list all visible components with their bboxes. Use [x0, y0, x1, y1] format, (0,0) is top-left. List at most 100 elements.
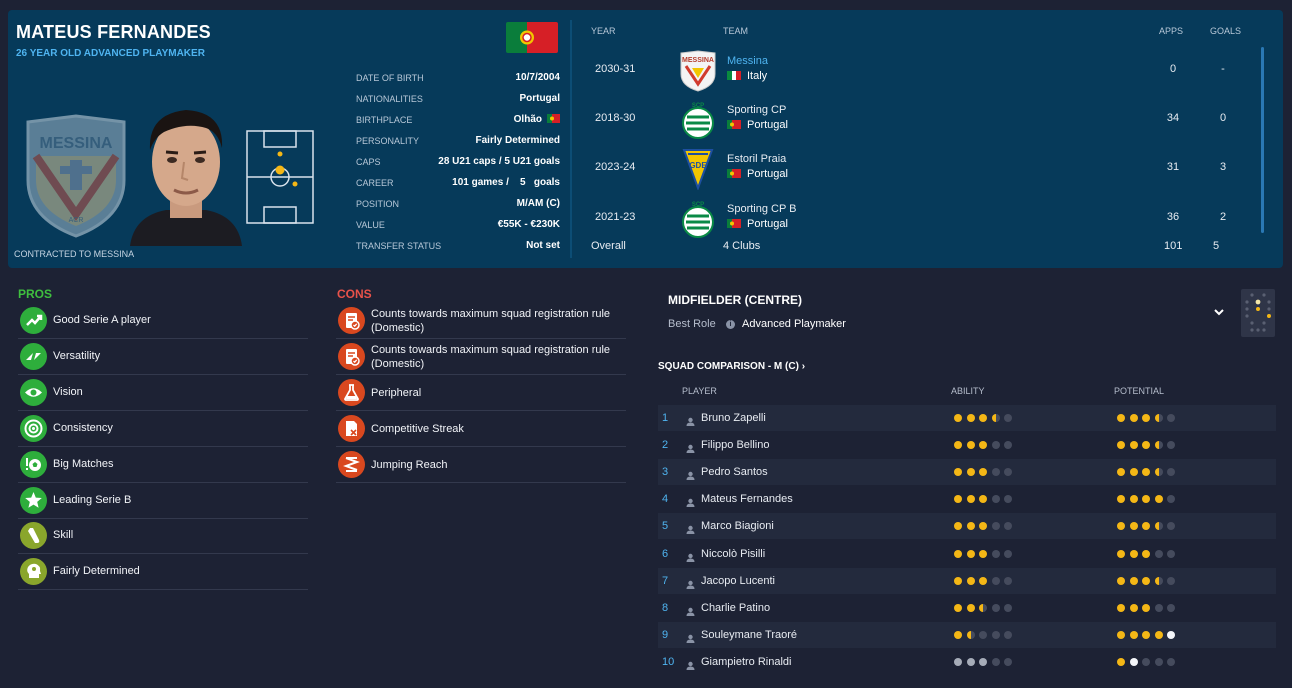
- rating-star-icon: [979, 468, 987, 477]
- squad-player-name[interactable]: Niccolò Pisilli: [701, 548, 765, 560]
- rating-star-icon: [991, 495, 1000, 504]
- info-row-birthplace: BIRTHPLACE Olhão: [356, 111, 560, 131]
- cons-item[interactable]: Peripheral: [336, 375, 626, 411]
- pros-item[interactable]: Big Matches: [18, 447, 308, 483]
- rating-star-icon: [954, 522, 962, 531]
- squad-row[interactable]: 8 Charlie Patino: [658, 595, 1276, 621]
- squad-player-name[interactable]: Bruno Zapelli: [701, 412, 766, 424]
- squad-row[interactable]: 3 Pedro Santos: [658, 459, 1276, 486]
- history-row[interactable]: 2023-24 GDE Estoril Praia Portugal 31 3: [583, 144, 1263, 192]
- squad-comparison-title[interactable]: SQUAD COMPARISON - M (C) ›: [658, 361, 805, 372]
- squad-row-rank: 1: [662, 412, 669, 424]
- squad-player-name[interactable]: Charlie Patino: [701, 602, 770, 614]
- squad-header-potential[interactable]: POTENTIAL: [1114, 386, 1164, 396]
- chevron-down-icon[interactable]: [1213, 306, 1225, 320]
- rating-star-icon: [1142, 630, 1150, 639]
- potential-stars: [1117, 522, 1180, 531]
- squad-row-rank: 10: [662, 655, 675, 668]
- flask-icon: [338, 379, 365, 406]
- svg-text:SCP: SCP: [692, 202, 704, 208]
- pros-item[interactable]: Versatility: [18, 339, 308, 375]
- player-silhouette-icon: [686, 657, 695, 670]
- history-header-team[interactable]: TEAM: [723, 26, 748, 36]
- rating-star-icon: [1154, 630, 1163, 639]
- pros-item[interactable]: Skill: [18, 518, 308, 554]
- rating-star-icon: [991, 603, 1000, 612]
- rating-star-icon: [1129, 549, 1138, 558]
- club-badge-logo[interactable]: MESSINA ACR: [24, 114, 128, 238]
- rating-star-icon: [1004, 630, 1012, 639]
- role-position-title: MIDFIELDER (CENTRE): [668, 293, 802, 307]
- squad-row-rank: 4: [662, 493, 669, 506]
- squad-player-name[interactable]: Marco Biagioni: [701, 520, 774, 532]
- rating-star-icon: [1117, 657, 1125, 666]
- ability-stars: [954, 657, 1017, 667]
- info-icon[interactable]: i: [726, 320, 735, 329]
- squad-row[interactable]: 6 Niccolò Pisilli: [658, 541, 1276, 567]
- info-row-career: CAREER 101 games / 5 goals: [356, 177, 560, 188]
- pros-item[interactable]: Fairly Determined: [18, 554, 308, 590]
- history-team-link[interactable]: Messina: [727, 55, 768, 67]
- rating-star-icon: [1117, 468, 1125, 477]
- pros-item[interactable]: Good Serie A player: [18, 303, 308, 339]
- squad-row[interactable]: 10 Giampietro Rinaldi: [658, 649, 1276, 675]
- player-name: MATEUS FERNANDES: [16, 22, 211, 42]
- history-row[interactable]: 2018-30 SCP Sporting CP Portugal 34 0: [583, 95, 1263, 143]
- squad-row[interactable]: 4 Mateus Fernandes: [658, 486, 1276, 512]
- squad-header-ability[interactable]: ABILITY: [951, 386, 985, 396]
- rating-star-icon: [991, 549, 1000, 558]
- squad-row-rank: 6: [662, 547, 669, 560]
- rating-star-icon: [966, 657, 975, 666]
- best-role-value[interactable]: Advanced Playmaker: [742, 318, 846, 330]
- squad-row[interactable]: 1 Bruno Zapelli: [658, 405, 1276, 431]
- squad-player-name[interactable]: Giampietro Rinaldi: [701, 656, 791, 668]
- pros-item[interactable]: Vision: [18, 375, 308, 411]
- pros-item[interactable]: Consistency: [18, 411, 308, 447]
- rating-star-icon: [1154, 576, 1163, 585]
- spring-icon: [338, 451, 365, 478]
- rating-star-icon: [954, 657, 962, 666]
- position-mini-pitch-button[interactable]: [1241, 289, 1275, 337]
- rating-star-icon: [991, 657, 1000, 666]
- potential-stars: [1117, 495, 1180, 504]
- history-row[interactable]: 2021-23 SCP Sporting CP B Portugal 36 2: [583, 194, 1263, 242]
- rating-star-icon: [966, 441, 975, 450]
- squad-player-name[interactable]: Filippo Bellino: [701, 439, 769, 451]
- rating-star-icon: [1004, 468, 1012, 477]
- rating-star-icon: [1142, 441, 1150, 450]
- cons-title: CONS: [337, 287, 372, 301]
- estoril-crest-icon[interactable]: GDE: [678, 148, 718, 191]
- cons-item[interactable]: Counts towards maximum squad registratio…: [336, 303, 626, 339]
- history-team-link[interactable]: Sporting CP: [727, 104, 786, 116]
- messina-crest-icon[interactable]: MESSINA: [678, 50, 718, 92]
- squad-row-rank: 9: [662, 628, 669, 641]
- squad-player-name[interactable]: Jacopo Lucenti: [701, 575, 775, 587]
- squad-player-name[interactable]: Mateus Fernandes: [701, 493, 793, 505]
- ability-stars: [954, 495, 1017, 504]
- portugal-flag-icon: [727, 219, 741, 228]
- history-scrollbar[interactable]: [1261, 47, 1264, 233]
- pros-item[interactable]: Leading Serie B: [18, 483, 308, 519]
- squad-row[interactable]: 7 Jacopo Lucenti: [658, 567, 1276, 594]
- cons-item[interactable]: Competitive Streak: [336, 411, 626, 447]
- history-header-apps[interactable]: APPS: [1159, 26, 1183, 36]
- squad-player-name[interactable]: Pedro Santos: [701, 466, 768, 478]
- history-header-year[interactable]: YEAR: [591, 26, 616, 36]
- sporting-crest-icon[interactable]: SCP: [678, 99, 718, 141]
- squad-row[interactable]: 2 Filippo Bellino: [658, 432, 1276, 458]
- ability-stars: [954, 576, 1017, 586]
- squad-row[interactable]: 9 Souleymane Traoré: [658, 621, 1276, 648]
- squad-player-name[interactable]: Souleymane Traoré: [701, 629, 797, 641]
- rating-star-icon: [1004, 441, 1012, 450]
- history-team-link[interactable]: Estoril Praia: [727, 153, 786, 165]
- rating-star-icon: [979, 441, 987, 450]
- sporting-crest-icon[interactable]: SCP: [678, 198, 718, 240]
- squad-row[interactable]: 5 Marco Biagioni: [658, 513, 1276, 540]
- rating-star-icon: [1004, 576, 1012, 585]
- history-team-link[interactable]: Sporting CP B: [727, 203, 797, 215]
- cons-item[interactable]: Counts towards maximum squad registratio…: [336, 339, 626, 375]
- cons-item[interactable]: Jumping Reach: [336, 447, 626, 483]
- history-row[interactable]: 2030-31 MESSINA Messina Italy 0 -: [583, 46, 1263, 94]
- squad-header-player[interactable]: PLAYER: [682, 386, 717, 396]
- history-header-goals[interactable]: GOALS: [1210, 26, 1241, 36]
